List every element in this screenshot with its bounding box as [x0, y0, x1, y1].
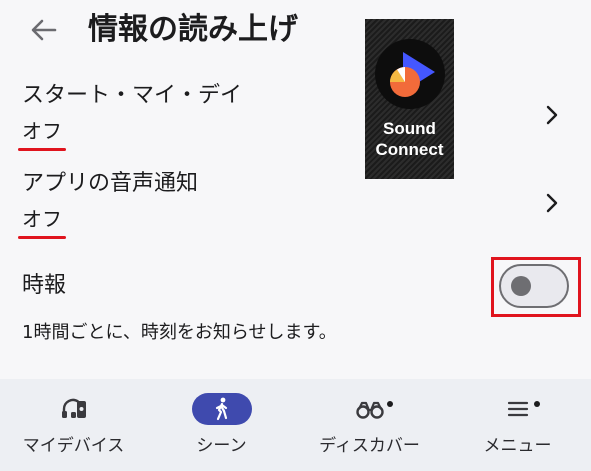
- nav-label-menu: メニュー: [483, 436, 552, 456]
- app-header: 情報の読み上げ: [0, 0, 591, 62]
- nav-label-discover: ディスカバー: [319, 436, 420, 456]
- binoculars-icon: [355, 393, 384, 425]
- start-my-day-row[interactable]: スタート・マイ・デイ オフ: [0, 80, 591, 151]
- bottom-navigation: マイデバイス シーン ディスカバー メニュー: [0, 379, 591, 471]
- highlight-underline: [18, 236, 66, 239]
- nav-selected-pill: [191, 393, 252, 425]
- nav-item-scene[interactable]: シーン: [148, 379, 295, 471]
- hourly-chime-label: 時報: [22, 273, 67, 298]
- toggle-knob: [511, 276, 531, 296]
- hourly-chime-toggle[interactable]: [499, 264, 569, 308]
- discover-badge-dot: [387, 401, 393, 407]
- nav-label-scene: シーン: [196, 436, 247, 456]
- nav-item-menu[interactable]: メニュー: [444, 379, 591, 471]
- start-my-day-value: オフ: [22, 119, 62, 143]
- arrow-left-icon: [31, 19, 57, 41]
- nav-item-discover[interactable]: ディスカバー: [296, 379, 443, 471]
- headphones-device-icon: [60, 393, 88, 425]
- page-title: 情報の読み上げ: [88, 12, 298, 47]
- back-button[interactable]: [24, 10, 64, 50]
- nav-item-my-device[interactable]: マイデバイス: [0, 379, 147, 471]
- app-voice-notification-row[interactable]: アプリの音声通知 オフ: [0, 168, 591, 242]
- menu-badge-dot: [534, 401, 540, 407]
- start-my-day-title: スタート・マイ・デイ: [22, 83, 243, 108]
- chevron-right-icon: [542, 189, 562, 217]
- app-voice-notification-title: アプリの音声通知: [22, 171, 199, 196]
- hourly-chime-description: 1時間ごとに、時刻をお知らせします。: [22, 322, 337, 343]
- chevron-right-icon: [542, 101, 562, 129]
- hamburger-menu-icon: [507, 393, 529, 425]
- app-voice-notification-value: オフ: [22, 207, 62, 231]
- highlight-underline: [18, 148, 66, 151]
- walking-person-icon: [215, 397, 227, 421]
- nav-label-my-device: マイデバイス: [22, 436, 125, 456]
